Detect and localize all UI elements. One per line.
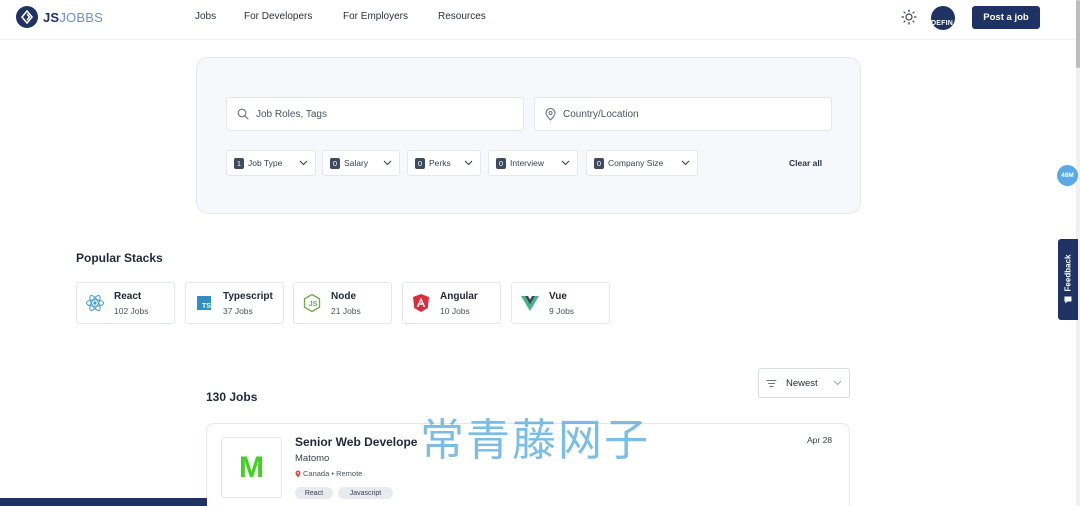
- stack-card-typescript[interactable]: TS Typescript 37 Jobs: [185, 282, 284, 324]
- chevron-down-icon: [464, 160, 473, 166]
- chevron-down-icon: [833, 380, 842, 386]
- stack-job-count: 102 Jobs: [114, 306, 149, 316]
- sort-dropdown[interactable]: Newest: [758, 368, 850, 398]
- post-job-button[interactable]: Post a job: [972, 6, 1040, 29]
- search-icon: [237, 108, 249, 120]
- filter-interview[interactable]: 0 Interview: [488, 150, 578, 176]
- nav-resources[interactable]: Resources: [438, 11, 486, 22]
- filter-count: 1: [234, 157, 244, 169]
- chevron-down-icon: [561, 160, 570, 166]
- stack-name: Node: [331, 291, 356, 302]
- svg-text:TS: TS: [202, 303, 211, 310]
- location-search[interactable]: [534, 97, 832, 131]
- nav-jobs[interactable]: Jobs: [195, 11, 216, 22]
- stack-job-count: 37 Jobs: [223, 306, 253, 316]
- filter-salary[interactable]: 0 Salary: [322, 150, 400, 176]
- location-pin-icon: [545, 107, 556, 121]
- filter-count: 0: [594, 157, 604, 169]
- location-input[interactable]: [563, 108, 803, 120]
- react-icon: [86, 294, 104, 312]
- filter-label: Company Size: [608, 158, 664, 168]
- svg-text:JS: JS: [309, 301, 318, 308]
- floating-badge[interactable]: 48M: [1057, 165, 1078, 186]
- popular-stacks-heading: Popular Stacks: [76, 251, 163, 265]
- filter-label: Job Type: [248, 158, 283, 168]
- stack-card-angular[interactable]: Angular 10 Jobs: [402, 282, 501, 324]
- sort-value: Newest: [786, 377, 818, 389]
- stack-job-count: 10 Jobs: [440, 306, 470, 316]
- job-title[interactable]: Senior Web Develope: [295, 435, 417, 449]
- company-name[interactable]: Matomo: [295, 453, 329, 464]
- stack-name: Angular: [440, 291, 478, 302]
- nav-for-employers[interactable]: For Employers: [343, 11, 408, 22]
- filter-count: 0: [330, 157, 340, 169]
- site-logo[interactable]: JSJOBBS: [16, 6, 103, 28]
- chevron-down-icon: [681, 160, 690, 166]
- stack-card-vue[interactable]: Vue 9 Jobs: [511, 282, 610, 324]
- jobs-count-heading: 130 Jobs: [206, 390, 258, 404]
- job-location-text: Canada • Remote: [303, 469, 363, 478]
- feedback-tab[interactable]: Feedback: [1058, 239, 1078, 320]
- stack-name: Typescript: [223, 291, 273, 302]
- angular-icon: [413, 294, 429, 312]
- feedback-icon: [1064, 296, 1072, 304]
- job-roles-search[interactable]: [226, 97, 524, 131]
- stack-card-node[interactable]: JS Node 21 Jobs: [293, 282, 392, 324]
- logo-text: JSJOBBS: [43, 9, 103, 25]
- sort-icon: [766, 379, 777, 387]
- filter-count: 0: [415, 157, 425, 169]
- filter-label: Perks: [429, 158, 451, 168]
- vue-icon: [521, 296, 539, 311]
- stack-job-count: 21 Jobs: [331, 306, 361, 316]
- stack-card-react[interactable]: React 102 Jobs: [76, 282, 175, 324]
- filter-label: Salary: [344, 158, 369, 168]
- filter-company-size[interactable]: 0 Company Size: [586, 150, 698, 176]
- job-roles-input[interactable]: [256, 108, 496, 120]
- top-navbar: JSJOBBS Jobs For Developers For Employer…: [0, 0, 1080, 40]
- filter-label: Interview: [510, 158, 545, 168]
- chevron-down-icon: [299, 160, 308, 166]
- user-avatar[interactable]: DEFIN: [931, 6, 955, 30]
- filter-count: 0: [496, 157, 506, 169]
- stack-job-count: 9 Jobs: [549, 306, 575, 316]
- nav-for-developers[interactable]: For Developers: [244, 11, 312, 22]
- node-icon: JS: [303, 293, 321, 313]
- search-panel: 1 Job Type 0 Salary 0 Perks 0 Interview …: [196, 57, 861, 214]
- bottom-progress-bar: [0, 498, 207, 506]
- feedback-label: Feedback: [1063, 254, 1073, 292]
- typescript-icon: TS: [197, 296, 211, 310]
- job-card[interactable]: M Senior Web Develope Matomo Canada • Re…: [206, 423, 850, 506]
- clear-all-link[interactable]: Clear all: [789, 158, 822, 168]
- scrollbar-thumb[interactable]: [1076, 0, 1080, 68]
- sun-icon[interactable]: [900, 8, 918, 26]
- stack-name: Vue: [549, 291, 567, 302]
- company-logo: M: [221, 437, 282, 498]
- logo-icon: [16, 6, 38, 28]
- job-tag[interactable]: React: [295, 487, 333, 499]
- location-pin-icon: [295, 470, 301, 477]
- job-tag[interactable]: Javascript: [338, 487, 393, 499]
- filter-perks[interactable]: 0 Perks: [407, 150, 481, 176]
- chevron-down-icon: [383, 160, 392, 166]
- job-date: Apr 28: [807, 435, 833, 445]
- stack-name: React: [114, 291, 142, 302]
- job-location: Canada • Remote: [295, 469, 362, 478]
- filter-job-type[interactable]: 1 Job Type: [226, 150, 316, 176]
